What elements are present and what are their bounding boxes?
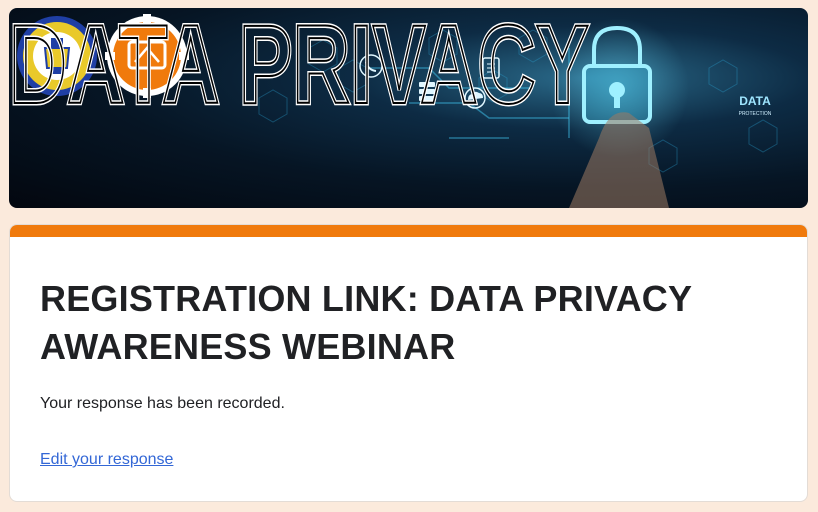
edit-response-link[interactable]: Edit your response	[40, 451, 173, 469]
data-protection-badge: DATA PROTECTION	[739, 94, 772, 117]
svg-text:DATA: DATA	[739, 94, 771, 108]
accent-bar	[10, 225, 807, 237]
form-title: REGISTRATION LINK: DATA PRIVACY AWARENES…	[40, 278, 692, 367]
banner-title-inner: DATA PRIVACY	[9, 8, 589, 112]
form-card: REGISTRATION LINK: DATA PRIVACY AWARENES…	[9, 224, 808, 502]
svg-text:PROTECTION: PROTECTION	[739, 111, 772, 117]
confirmation-message: Your response has been recorded.	[40, 395, 285, 412]
banner-title-graphic: DATA PRIVACY DATA PRIVACY	[9, 8, 592, 112]
header-banner: DATA PROTECTION DATA PRIVACY DATA PRIVAC…	[9, 8, 808, 208]
